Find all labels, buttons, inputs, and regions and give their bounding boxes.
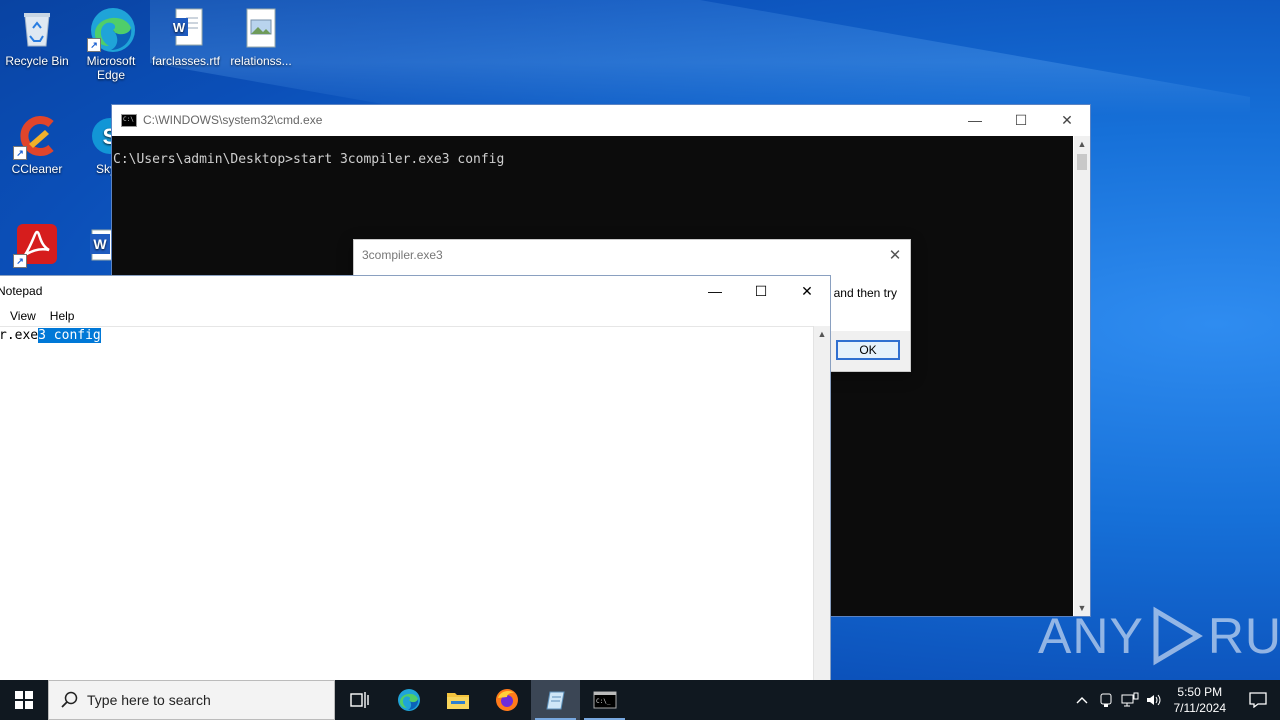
dialog-close-button[interactable]: ✕	[880, 240, 910, 270]
notepad-close-button[interactable]: ✕	[784, 276, 830, 306]
desktop-icon-microsoft-edge[interactable]: ↗ Microsoft Edge	[74, 0, 148, 82]
desktop-icon-label: Sky	[96, 162, 114, 176]
selected-text: 3 config	[38, 328, 101, 343]
desktop-icon-label: relationss...	[230, 54, 292, 68]
task-view-button[interactable]	[335, 680, 384, 720]
notepad-maximize-button[interactable]: ☐	[738, 276, 784, 306]
cmd-titlebar[interactable]: C:\WINDOWS\system32\cmd.exe — ☐ ✕	[112, 105, 1090, 135]
desktop-icon-recycle-bin[interactable]: Recycle Bin	[0, 0, 74, 68]
edge-icon	[397, 689, 420, 711]
device-icon-button[interactable]	[1094, 692, 1118, 708]
task-view-icon	[349, 692, 369, 708]
network-button[interactable]	[1118, 692, 1142, 708]
search-placeholder: Type here to search	[87, 692, 211, 708]
svg-text:W: W	[93, 236, 107, 252]
desktop-icon-label: Recycle Bin	[5, 54, 69, 68]
desktop-icon-word[interactable]: W	[74, 216, 114, 270]
shortcut-arrow-icon: ↗	[87, 38, 101, 52]
device-icon	[1100, 693, 1111, 707]
console-line: C:\Users\admin\Desktop>start 3compiler.e…	[113, 152, 505, 167]
desktop-icon-skype[interactable]: S Sky	[74, 108, 114, 176]
volume-icon	[1146, 694, 1160, 706]
taskbar: Type here to search C:\_ 5:50 PM 7/11/20…	[0, 680, 1280, 720]
edge-icon: ↗	[87, 6, 135, 52]
notepad-icon	[545, 691, 565, 710]
start-button[interactable]	[0, 680, 48, 720]
scroll-thumb[interactable]	[1077, 154, 1087, 170]
volume-button[interactable]	[1142, 692, 1166, 708]
desktop-icon-label: farclasses.rtf	[151, 54, 220, 68]
watermark-right: RUN	[1207, 608, 1280, 664]
cmd-scrollbar[interactable]: ▲ ▼	[1074, 136, 1090, 616]
show-hidden-icons-button[interactable]	[1070, 696, 1094, 704]
notepad-titlebar[interactable]: Notepad — ☐ ✕	[0, 276, 830, 306]
cmd-close-button[interactable]: ✕	[1044, 105, 1090, 135]
action-center-button[interactable]	[1236, 692, 1280, 708]
firefox-icon	[495, 689, 518, 711]
taskbar-search-box[interactable]: Type here to search	[48, 680, 335, 720]
anyrun-watermark: ANY RUN	[1038, 606, 1280, 666]
taskbar-firefox[interactable]	[482, 680, 531, 720]
notepad-window[interactable]: Notepad — ☐ ✕ View Help r.exe3 config ▲	[0, 275, 831, 682]
cmd-title: C:\WINDOWS\system32\cmd.exe	[143, 113, 323, 127]
desktop-icon-acrobat[interactable]: ↗	[0, 216, 74, 270]
clock-time: 5:50 PM	[1177, 685, 1223, 699]
menu-help[interactable]: Help	[50, 309, 75, 323]
network-icon	[1121, 692, 1138, 707]
notepad-menubar: View Help	[0, 306, 830, 326]
dialog-message: and then try	[833, 286, 897, 300]
svg-text:W: W	[173, 20, 186, 35]
dialog-title: 3compiler.exe3	[362, 248, 443, 262]
search-icon	[61, 691, 78, 708]
ok-button[interactable]: OK	[836, 340, 900, 360]
desktop-icon-farclasses[interactable]: W farclasses.rtf	[149, 0, 223, 68]
word-document-icon: W	[164, 6, 208, 50]
chevron-up-icon	[1076, 697, 1087, 704]
svg-text:C:\_: C:\_	[596, 698, 611, 705]
notepad-text-area[interactable]: r.exe3 config	[0, 326, 813, 681]
cmd-minimize-button[interactable]: —	[952, 105, 998, 135]
taskbar-cmd[interactable]: C:\_	[580, 680, 629, 720]
notification-icon	[1249, 692, 1267, 708]
play-icon	[1153, 606, 1203, 666]
scroll-up-icon[interactable]: ▲	[1074, 136, 1090, 152]
desktop-icon-relationss[interactable]: relationss...	[224, 0, 298, 68]
notepad-title: Notepad	[0, 284, 43, 298]
scroll-up-icon[interactable]: ▲	[814, 326, 830, 342]
taskbar-clock[interactable]: 5:50 PM 7/11/2024	[1174, 684, 1227, 716]
acrobat-icon: ↗	[13, 222, 59, 268]
console-icon: C:\_	[593, 691, 616, 709]
text-before-selection: r.exe	[0, 328, 39, 343]
desktop-icon-label: CCleaner	[11, 162, 63, 176]
shortcut-arrow-icon: ↗	[13, 254, 27, 268]
notepad-text: r.exe3 config	[0, 328, 101, 343]
watermark-left: ANY	[1038, 608, 1144, 664]
folder-icon	[446, 693, 469, 709]
clock-date: 7/11/2024	[1173, 701, 1227, 715]
image-file-icon	[239, 6, 283, 50]
taskbar-edge[interactable]	[384, 680, 433, 720]
recycle-bin-icon	[15, 6, 59, 50]
windows-logo-icon	[15, 691, 33, 709]
desktop-icon-ccleaner[interactable]: ↗ CCleaner	[0, 108, 74, 176]
ccleaner-icon: ↗	[13, 114, 59, 160]
notepad-minimize-button[interactable]: —	[692, 276, 738, 306]
desktop-icon-label: Microsoft Edge	[86, 54, 136, 82]
taskbar-file-explorer[interactable]	[433, 680, 482, 720]
notepad-scrollbar[interactable]: ▲	[813, 326, 830, 680]
menu-view[interactable]: View	[10, 309, 36, 323]
taskbar-notepad[interactable]	[531, 680, 580, 720]
shortcut-arrow-icon: ↗	[13, 146, 27, 160]
system-tray: 5:50 PM 7/11/2024	[1070, 680, 1280, 720]
cmd-maximize-button[interactable]: ☐	[998, 105, 1044, 135]
console-icon	[121, 113, 137, 127]
